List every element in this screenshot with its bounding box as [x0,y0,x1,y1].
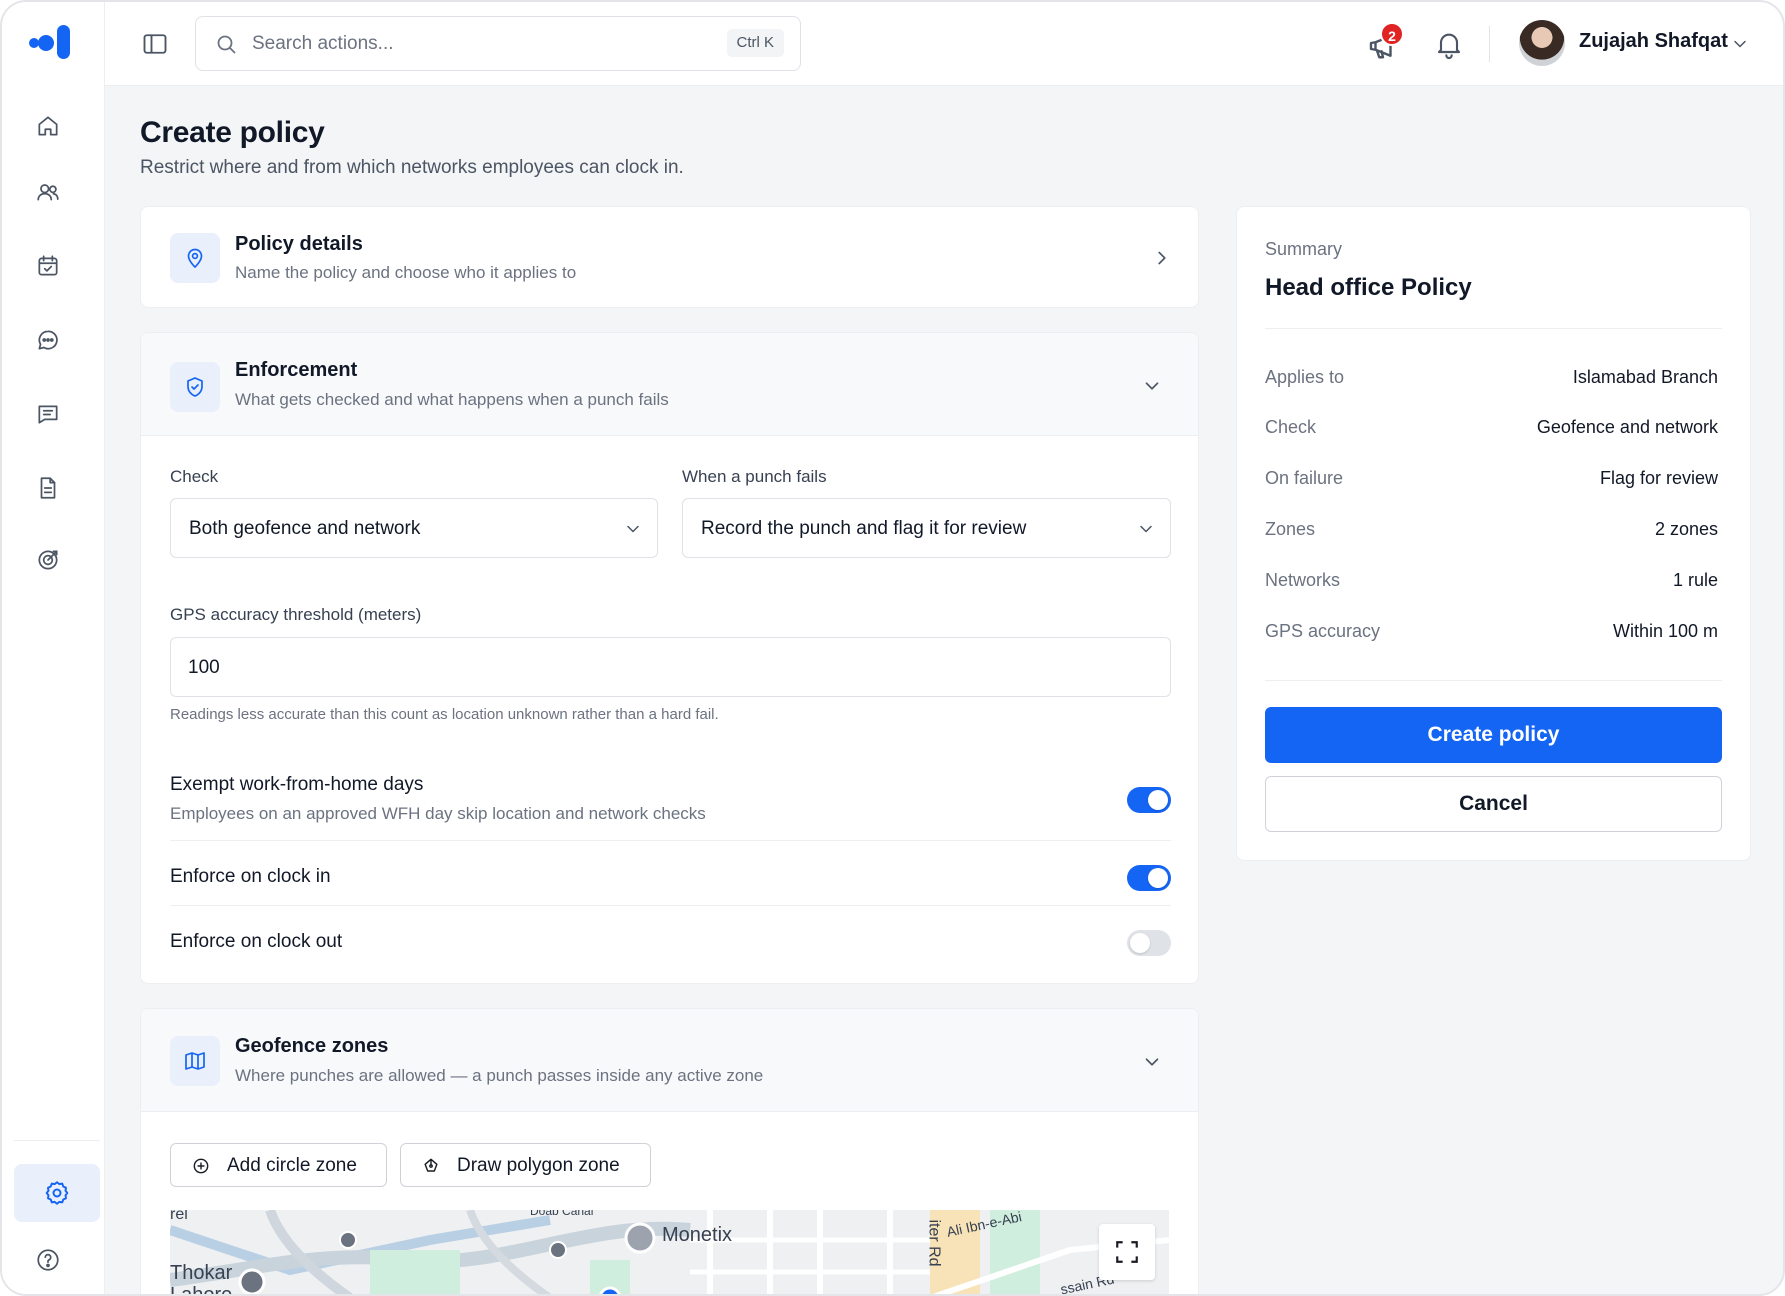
shield-check-icon [170,362,220,412]
exempt-wfh-toggle[interactable] [1127,787,1171,813]
page-subtitle: Restrict where and from which networks e… [140,157,684,178]
check-select-value: Both geofence and network [189,518,421,539]
enforcement-section: Enforcement What gets checked and what h… [140,332,1199,984]
sidebar-divider [14,1140,100,1141]
pen-tool-icon [424,1158,438,1172]
enforcement-header[interactable] [141,333,1198,436]
geofence-header[interactable] [141,1009,1198,1112]
gps-threshold-helper: Readings less accurate than this count a… [170,706,719,723]
gps-threshold-label: GPS accuracy threshold (meters) [170,605,422,624]
search-box[interactable]: Ctrl K [195,16,801,71]
settings-icon[interactable] [14,1164,100,1222]
message-square-icon[interactable] [34,400,62,428]
chevron-down-icon[interactable] [1730,34,1750,54]
expand-icon [1116,1241,1138,1263]
summary-row-label: Applies to [1265,367,1345,387]
map-label-road: Doab Canal [530,1210,594,1218]
row-divider [170,840,1171,841]
page-title: Create policy [140,116,325,149]
policy-details-section[interactable]: Policy details Name the policy and choos… [140,206,1199,308]
avatar[interactable] [1519,20,1565,66]
punch-fail-select-value: Record the punch and flag it for review [701,518,1027,539]
enforcement-title: Enforcement [235,359,358,381]
summary-row-label: Networks [1265,570,1341,590]
punch-fail-select[interactable]: Record the punch and flag it for review [682,498,1171,558]
policy-details-title: Policy details [235,233,363,255]
chevron-down-icon [627,525,639,533]
users-icon[interactable] [34,178,62,206]
map-label-lahore: Lahore [170,1284,233,1296]
enforce-clock-in-toggle[interactable] [1127,865,1171,891]
app-logo[interactable] [28,22,74,62]
chevron-down-icon[interactable] [1141,375,1163,397]
punch-fail-label: When a punch fails [682,467,827,486]
sidebar [2,2,105,1294]
summary-row-label: On failure [1265,468,1344,488]
search-shortcut: Ctrl K [726,29,784,57]
draw-polygon-zone-button[interactable]: Draw polygon zone [400,1143,651,1187]
summary-row-value: Flag for review [1599,468,1718,488]
chevron-down-icon[interactable] [1141,1051,1163,1073]
gps-threshold-input[interactable] [188,655,488,681]
summary-row-value: Geofence and network [1536,417,1718,437]
search-icon [217,35,236,54]
user-name[interactable]: Zujajah Shafqat [1579,30,1728,53]
exempt-wfh-title: Exempt work-from-home days [170,774,424,795]
summary-label: Summary [1265,239,1343,259]
map-label-road: iter Rd [925,1219,943,1267]
document-icon[interactable] [34,474,62,502]
row-divider [170,905,1171,906]
summary-row-label: Zones [1265,519,1316,539]
summary-policy-name: Head office Policy [1265,274,1472,301]
chevron-down-icon [1140,525,1152,533]
chevron-right-icon[interactable] [1151,247,1173,269]
check-label: Check [170,467,219,486]
search-input[interactable] [252,29,672,59]
create-policy-button[interactable]: Create policy [1265,707,1722,763]
map-icon [170,1036,220,1086]
calendar-check-icon[interactable] [34,252,62,280]
map-pin-icon [170,233,220,283]
cancel-button[interactable]: Cancel [1265,776,1722,832]
help-icon[interactable] [34,1246,62,1274]
summary-row-value: Within 100 m [1612,621,1718,641]
fullscreen-button[interactable] [1099,1224,1155,1280]
summary-row-value: 2 zones [1654,519,1718,539]
chat-icon[interactable] [34,326,62,354]
add-circle-zone-button[interactable]: Add circle zone [170,1143,387,1187]
summary-row-label: GPS accuracy [1265,621,1381,641]
summary-row-label: Check [1265,417,1317,437]
map-label-road: rel [170,1210,188,1223]
summary-row-value: Islamabad Branch [1572,367,1718,387]
draw-polygon-zone-label: Draw polygon zone [457,1155,620,1176]
geofence-title: Geofence zones [235,1035,389,1057]
topbar-divider [1489,26,1490,62]
summary-divider [1265,328,1722,329]
add-circle-zone-label: Add circle zone [227,1155,357,1176]
policy-details-description: Name the policy and choose who it applie… [235,263,577,282]
gps-threshold-field[interactable] [170,637,1171,697]
target-icon[interactable] [34,546,62,574]
plus-circle-icon [193,1158,209,1174]
exempt-wfh-description: Employees on an approved WFH day skip lo… [170,804,706,823]
summary-row-value: 1 rule [1672,570,1718,590]
enforce-clock-out-toggle[interactable] [1127,930,1171,956]
app-frame: Ctrl K 2 Zujajah Shafqat Create policy R… [0,0,1785,1296]
summary-divider [1265,680,1722,681]
geofence-description: Where punches are allowed — a punch pass… [235,1066,764,1085]
topbar: Ctrl K 2 Zujajah Shafqat [105,2,1783,86]
enforce-clock-out-title: Enforce on clock out [170,931,343,952]
enforcement-description: What gets checked and what happens when … [235,390,669,409]
geofence-map[interactable]: Monetix Thokar Lahore Ali Ibn-e-Abi iter… [170,1210,1169,1296]
check-select[interactable]: Both geofence and network [170,498,658,558]
map-label-monetix: Monetix [662,1224,733,1246]
sidebar-toggle-icon[interactable] [141,30,169,58]
home-icon[interactable] [34,112,62,140]
map-label-thokar: Thokar [170,1262,233,1284]
notification-badge: 2 [1380,22,1404,46]
bell-icon[interactable] [1433,28,1465,60]
enforce-clock-in-title: Enforce on clock in [170,866,331,887]
